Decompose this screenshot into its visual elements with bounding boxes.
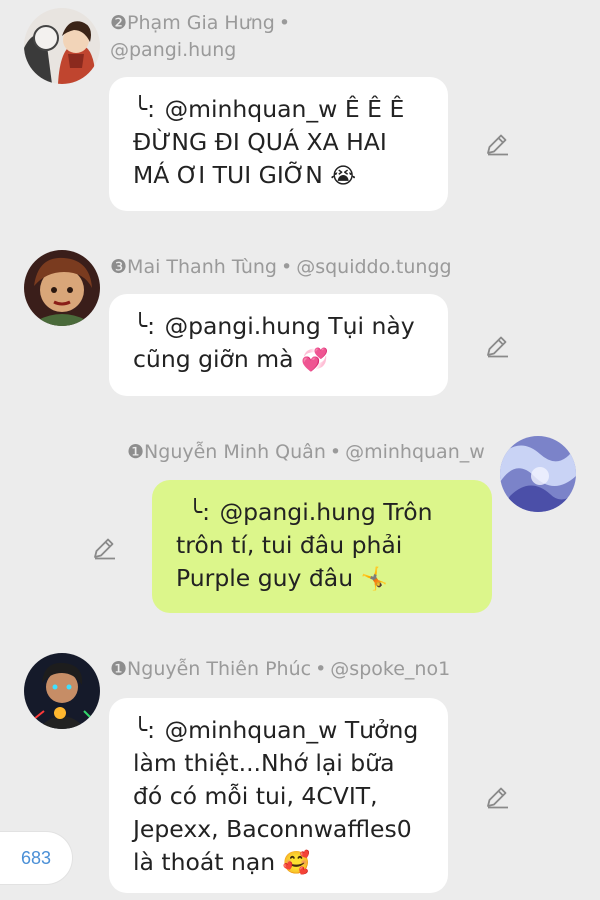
message-bubble[interactable]: ╰: @pangi.hung Tụi này cũng giỡn mà 💞 (109, 294, 448, 396)
rank-badge: ❶ (110, 658, 128, 680)
message-header: ❷Phạm Gia Hưng • (110, 10, 294, 36)
rank-badge: ❸ (110, 256, 128, 278)
message-header: ❸Mai Thanh Tùng • @squiddo.tungg (110, 254, 452, 280)
message-line: làm thiệt...Nhớ lại bữa (133, 749, 395, 777)
avatar[interactable] (500, 436, 576, 512)
message-header: ❶Nguyễn Minh Quân • @minhquan_w (127, 439, 485, 465)
sender-name[interactable]: Nguyễn Thiên Phúc (127, 658, 311, 680)
message-line: ╰: @pangi.hung Trôn (188, 498, 433, 526)
edit-button[interactable] (89, 533, 119, 563)
message-line: trôn tí, tui đâu phải (176, 531, 403, 559)
message-line: MÁ ƠI TUI GIỠN 😭 (133, 161, 357, 189)
hearts-emoji: 💞 (301, 348, 329, 373)
anime-avatar-icon (24, 8, 100, 84)
message-line: Jepexx, Baconnwaffles0 (133, 815, 412, 843)
avatar[interactable] (24, 8, 100, 84)
avatar[interactable] (24, 250, 100, 326)
edit-button[interactable] (482, 782, 512, 812)
anime-avatar-icon (24, 250, 100, 326)
anime-avatar-icon (24, 653, 100, 729)
pencil-icon (94, 538, 115, 560)
message-count-badge[interactable]: 683 (0, 832, 72, 884)
separator-dot: • (280, 256, 293, 278)
message-line: ╰: @minhquan_w Ê Ê Ê (133, 95, 405, 123)
message-line: ╰: @pangi.hung Tụi này (133, 312, 415, 340)
message-count-value: 683 (20, 847, 52, 868)
pencil-icon (487, 787, 508, 809)
sender-handle[interactable]: @spoke_no1 (330, 658, 450, 680)
avatar[interactable] (24, 653, 100, 729)
message-line: Purple guy đâu 🤸 (176, 564, 388, 592)
message-bubble[interactable]: ╰: @minhquan_w Ê Ê Ê ĐỪNG ĐI QUÁ XA HAI … (109, 77, 448, 211)
reply-indicator: ╰: (133, 716, 156, 744)
sender-handle[interactable]: @squiddo.tungg (296, 256, 451, 278)
crying-emoji: 😭 (330, 164, 357, 189)
cartwheel-emoji: 🤸 (360, 567, 388, 592)
sender-handle[interactable]: @pangi.hung (110, 37, 236, 63)
message-header: ❶Nguyễn Thiên Phúc • @spoke_no1 (110, 656, 450, 682)
message-line: ĐỪNG ĐI QUÁ XA HAI (133, 128, 387, 156)
message-line: ╰: @minhquan_w Tưởng (133, 716, 419, 744)
separator-dot: • (278, 12, 291, 34)
reply-indicator: ╰: (133, 312, 156, 340)
pencil-icon (487, 134, 508, 156)
abstract-avatar-icon (500, 436, 576, 512)
edit-button[interactable] (482, 129, 512, 159)
sender-name[interactable]: Mai Thanh Tùng (127, 256, 277, 278)
smiling-hearts-emoji: 🥰 (282, 851, 311, 876)
edit-button[interactable] (482, 331, 512, 361)
reply-indicator: ╰: (133, 95, 156, 123)
separator-dot: • (329, 441, 342, 463)
sender-name[interactable]: Phạm Gia Hưng (127, 12, 275, 34)
pencil-icon (487, 336, 508, 358)
reply-indicator: ╰: (188, 498, 211, 526)
sender-handle[interactable]: @minhquan_w (345, 441, 485, 463)
rank-badge: ❷ (110, 12, 128, 34)
message-bubble[interactable]: ╰: @minhquan_w Tưởng làm thiệt...Nhớ lại… (109, 698, 448, 893)
message-line: là thoát nạn 🥰 (133, 848, 311, 876)
rank-badge: ❶ (127, 441, 145, 463)
message-line: đó có mỗi tui, 4CVIT, (133, 782, 378, 810)
separator-dot: • (315, 658, 327, 680)
sender-name[interactable]: Nguyễn Minh Quân (144, 441, 326, 463)
message-bubble[interactable]: ╰: @pangi.hung Trôn trôn tí, tui đâu phả… (152, 480, 492, 613)
message-line: cũng giỡn mà 💞 (133, 345, 329, 373)
